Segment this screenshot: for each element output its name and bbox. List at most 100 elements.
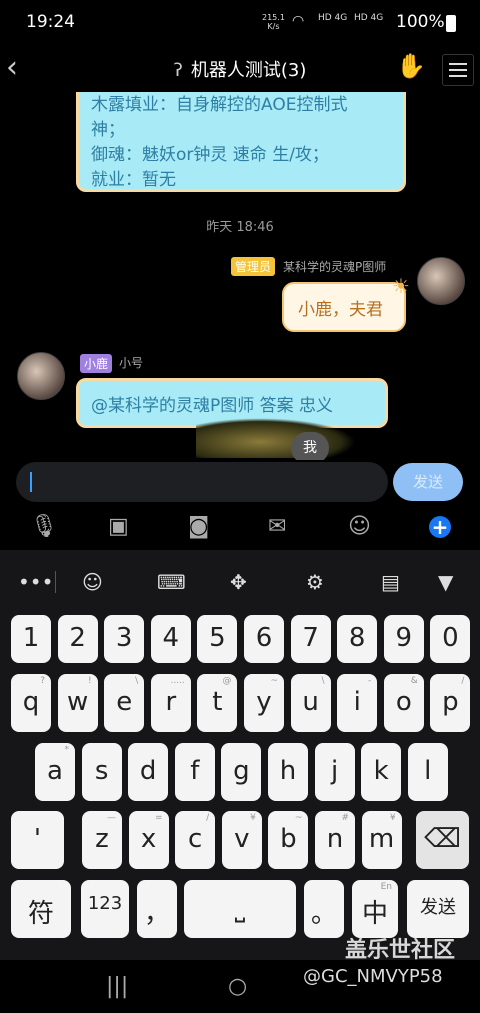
key-0[interactable]: 0 xyxy=(430,615,471,663)
key-label: x xyxy=(140,824,157,854)
key-i[interactable]: i- xyxy=(337,674,378,732)
key-n[interactable]: n # xyxy=(315,811,355,869)
key-label: 发送 xyxy=(420,897,456,918)
key-c[interactable]: c / xyxy=(175,811,216,869)
key-symbols[interactable]: 符 xyxy=(11,880,71,938)
space-key[interactable]: ⎵ xyxy=(184,880,296,938)
key-label: f xyxy=(190,756,200,786)
key-3[interactable]: 3 xyxy=(104,615,145,663)
key-o[interactable]: o & xyxy=(383,674,424,732)
key-2[interactable]: 2 xyxy=(57,615,98,663)
move-icon[interactable]: ✥ xyxy=(230,570,247,594)
watermark-site: 盖乐世社区 xyxy=(345,938,456,963)
key-period[interactable]: 。 xyxy=(304,880,344,938)
key-p[interactable]: p / xyxy=(430,674,471,732)
backspace-icon[interactable]: ⌫ xyxy=(416,811,469,869)
key-f[interactable]: f xyxy=(174,743,215,801)
battery-icon xyxy=(446,15,456,32)
key-label: 5 xyxy=(209,623,226,653)
key-h[interactable]: h xyxy=(268,743,308,801)
key-s[interactable]: s xyxy=(81,743,122,801)
message-input[interactable] xyxy=(16,462,388,502)
avatar-admin[interactable] xyxy=(417,257,465,305)
key-secondary-label: ¥ xyxy=(250,813,256,823)
key-1[interactable]: 1 xyxy=(11,615,51,663)
watermark-user: @GC_NMVYP58 xyxy=(303,966,443,987)
keyboard-icon[interactable]: ⌨ xyxy=(157,570,186,594)
camera-icon[interactable]: ◙ xyxy=(188,514,209,539)
message-bubble-right[interactable]: 小鹿，夫君 xyxy=(282,282,406,332)
key-label: y xyxy=(256,687,272,717)
key-k[interactable]: k xyxy=(361,743,402,801)
key-4[interactable]: 4 xyxy=(150,615,191,663)
key-label: n xyxy=(326,824,344,854)
key-d[interactable]: d xyxy=(128,743,169,801)
sender-name-admin[interactable]: 某科学的灵魂P图师 xyxy=(283,258,386,275)
key-a[interactable]: a * xyxy=(35,743,75,801)
status-bar: 19:24 215.1 K/s ◠ HD 4G HD 4G 100% xyxy=(0,0,480,44)
settings-icon[interactable]: ⚙ xyxy=(306,570,324,594)
more-icon[interactable]: ••• xyxy=(18,570,53,594)
key-secondary-label: @ xyxy=(222,676,232,686)
key-j[interactable]: j xyxy=(314,743,355,801)
key-b[interactable]: b ~ xyxy=(268,811,309,869)
key-9[interactable]: 9 xyxy=(383,615,424,663)
key-m[interactable]: m ¥ xyxy=(361,811,402,869)
chat-area[interactable]: 木露填业：自身解控的AOE控制式 神； 御魂：魅妖or钟灵 速命 生/攻； 就业… xyxy=(0,92,480,460)
key-x[interactable]: x = xyxy=(128,811,169,869)
emoji-icon[interactable]: ☺ xyxy=(82,570,103,594)
key-6[interactable]: 6 xyxy=(244,615,284,663)
chat-header: ‹ ʔ 机器人测试(3) ✋ xyxy=(0,44,480,92)
key-e[interactable]: e \ xyxy=(104,674,145,732)
key-123[interactable]: 123 xyxy=(81,880,129,938)
home-icon[interactable]: ○ xyxy=(228,974,247,999)
key-label: 3 xyxy=(115,623,133,653)
key-apostrophe[interactable]: ' xyxy=(11,811,64,869)
message-bubble-bot[interactable]: 木露填业：自身解控的AOE控制式 神； 御魂：魅妖or钟灵 速命 生/攻； 就业… xyxy=(76,92,406,192)
keyboard-send-key[interactable]: 发送 xyxy=(407,880,469,938)
status-time: 19:24 xyxy=(26,12,75,32)
key-comma[interactable]: ， xyxy=(137,880,177,938)
key-r[interactable]: r..... xyxy=(150,674,191,732)
key-l[interactable]: l xyxy=(407,743,448,801)
bot-line-4: 就业：暂无 xyxy=(91,170,176,190)
key-label: 4 xyxy=(162,623,180,653)
key-v[interactable]: v ¥ xyxy=(221,811,262,869)
collapse-icon[interactable]: ▼ xyxy=(438,570,453,594)
key-secondary-label: \ xyxy=(135,676,139,686)
hand-icon[interactable]: ✋ xyxy=(396,52,426,80)
recents-icon[interactable]: ||| xyxy=(106,974,128,999)
key-7[interactable]: 7 xyxy=(290,615,331,663)
avatar-lu[interactable] xyxy=(17,352,65,400)
sender-name-lu[interactable]: 小号 xyxy=(119,354,143,371)
image-icon[interactable]: ▣ xyxy=(108,514,129,539)
key-secondary-label: ..... xyxy=(170,676,185,686)
key-w[interactable]: w! xyxy=(57,674,98,732)
menu-icon[interactable] xyxy=(442,54,474,86)
key-t[interactable]: t @ xyxy=(197,674,238,732)
me-floating-button[interactable]: 我 xyxy=(291,432,329,460)
key-label: h xyxy=(279,756,297,786)
key-z[interactable]: z — xyxy=(82,811,122,869)
key-q[interactable]: q? xyxy=(11,674,51,732)
clipboard-icon[interactable]: ▤ xyxy=(381,570,400,594)
key-language-toggle[interactable]: 中 En xyxy=(352,880,398,938)
key-secondary-label: = xyxy=(155,813,163,823)
key-label: ⌫ xyxy=(424,824,461,854)
text-cursor xyxy=(30,472,32,492)
key-y[interactable]: y ~ xyxy=(244,674,284,732)
emoji-icon[interactable]: ☺ xyxy=(348,514,371,539)
key-u[interactable]: u \ xyxy=(290,674,331,732)
key-label: 。 xyxy=(310,899,337,929)
key-8[interactable]: 8 xyxy=(337,615,378,663)
plus-icon[interactable]: + xyxy=(429,516,451,538)
send-button[interactable]: 发送 xyxy=(393,463,463,501)
ear-icon[interactable]: ʔ xyxy=(174,60,183,81)
net-speed-unit: K/s xyxy=(267,22,280,31)
key-g[interactable]: g xyxy=(221,743,262,801)
key-label: 2 xyxy=(69,623,86,653)
key-5[interactable]: 5 xyxy=(197,615,238,663)
sticker-image[interactable] xyxy=(196,418,356,458)
mic-icon[interactable]: 🎙 xyxy=(30,514,58,539)
mail-icon[interactable]: ✉ xyxy=(268,514,286,539)
